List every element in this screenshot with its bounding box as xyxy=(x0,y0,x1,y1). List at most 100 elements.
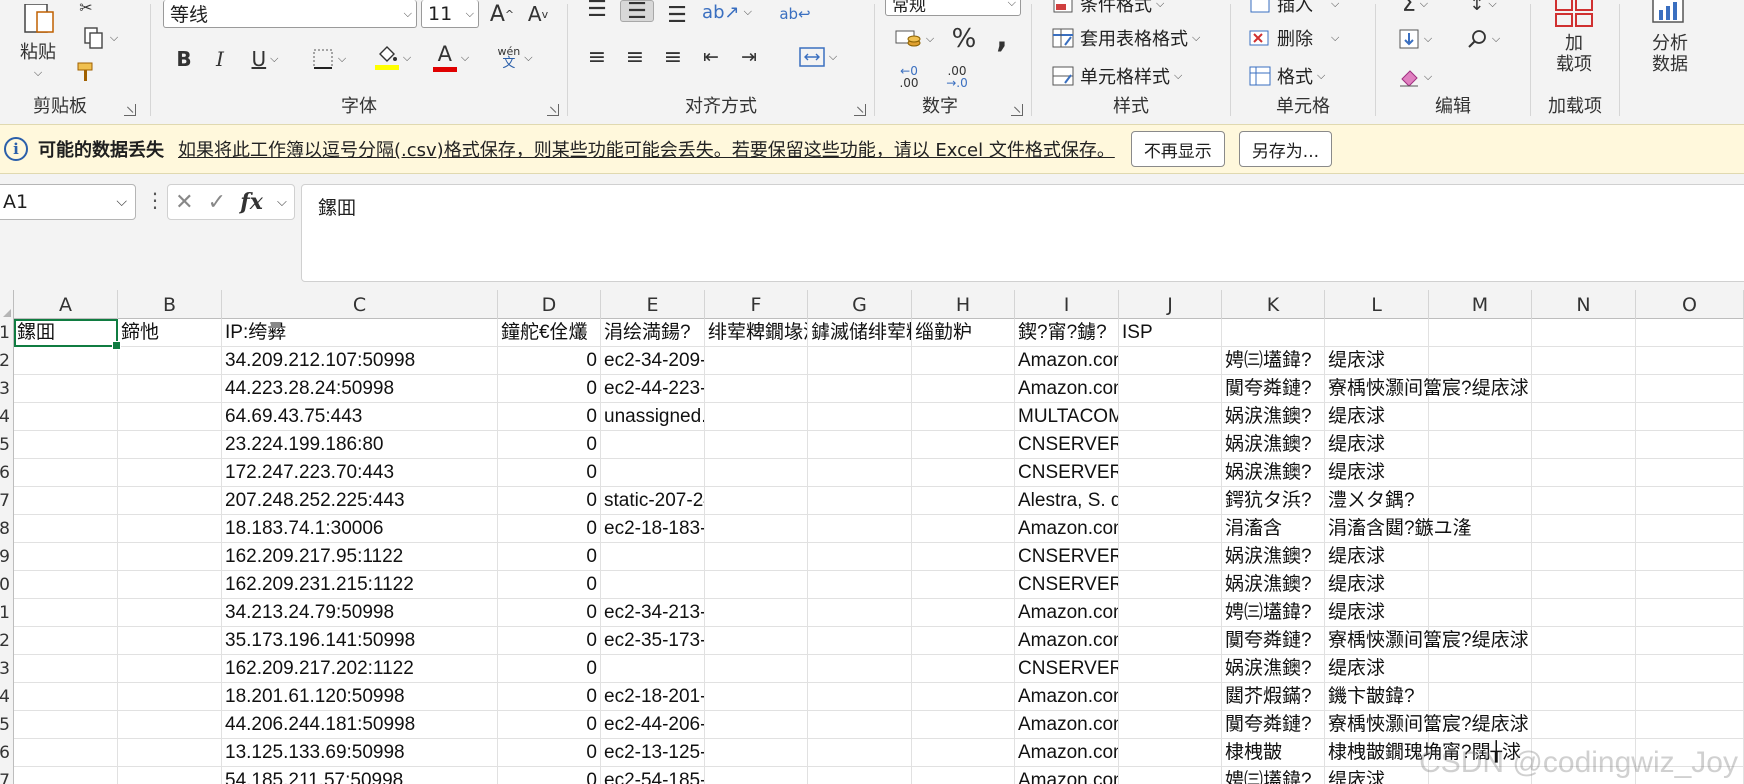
spreadsheet-grid[interactable]: ABCDEFGHIJKLMNO 123456789101112131415161… xyxy=(0,290,1744,784)
cell-c5[interactable]: 23.224.199.186:80 xyxy=(222,431,498,459)
cell-k5[interactable]: 娲涙潐鐭? xyxy=(1222,431,1325,459)
grow-font-button[interactable]: A ^ xyxy=(485,0,519,28)
clipboard-launcher-icon[interactable] xyxy=(124,104,136,116)
sort-filter-icon[interactable]: ↕ ⌵ xyxy=(1458,0,1508,16)
more-options-icon[interactable]: ⋮ xyxy=(145,188,165,212)
save-as-button[interactable]: 另存为... xyxy=(1238,131,1333,167)
conditional-formatting-button[interactable]: 条件格式 ⌵ xyxy=(1050,0,1164,16)
copy-button[interactable]: ⌵ xyxy=(72,24,128,52)
cell-k11[interactable]: 娉㈢壒鍏? xyxy=(1222,599,1325,627)
clear-icon[interactable]: ⌵ xyxy=(1390,62,1440,92)
cell-c11[interactable]: 34.213.24.79:50998 xyxy=(222,599,498,627)
cell-k8[interactable]: 涓滀含 xyxy=(1222,515,1325,543)
column-header-a[interactable]: A xyxy=(14,290,118,319)
decrease-indent-icon[interactable]: ⇤ xyxy=(696,42,726,72)
column-header-b[interactable]: B xyxy=(118,290,222,319)
cell-i17[interactable]: Amazon.com, Inc. xyxy=(1015,767,1119,784)
percent-button[interactable]: % xyxy=(947,24,981,54)
insert-function-icon[interactable]: fx xyxy=(240,189,263,215)
column-header-o[interactable]: O xyxy=(1636,290,1744,319)
font-name-select[interactable]: 等线 ⌵ xyxy=(163,0,417,28)
cell-l11[interactable]: 缇庡浗 xyxy=(1325,599,1429,627)
cell-l5[interactable]: 缇庡浗 xyxy=(1325,431,1429,459)
paste-dropdown-icon[interactable]: ⌵ xyxy=(34,66,42,80)
cell-d7[interactable]: 0 xyxy=(498,487,601,515)
cell-k7[interactable]: 鍔犺タ浜? xyxy=(1222,487,1325,515)
cell-i15[interactable]: Amazon.com, Inc. xyxy=(1015,711,1119,739)
insert-cells-button[interactable]: 插入 ⌵ xyxy=(1247,0,1339,16)
cell-k10[interactable]: 娲涙潐鐭? xyxy=(1222,571,1325,599)
cell-l6[interactable]: 缇庡浗 xyxy=(1325,459,1429,487)
cell-d4[interactable]: 0 xyxy=(498,403,601,431)
format-as-table-button[interactable]: 套用表格格式 ⌵ xyxy=(1050,24,1200,52)
cell-k14[interactable]: 閮芥煆鏋? xyxy=(1222,683,1325,711)
cell-c4[interactable]: 64.69.43.75:443 xyxy=(222,403,498,431)
increase-decimal-button[interactable]: ←0.00 xyxy=(889,62,929,92)
autosum-icon[interactable]: Σ ⌵ xyxy=(1390,0,1440,17)
cell-e1[interactable]: 涓绘満鍚? xyxy=(601,319,705,347)
column-header-e[interactable]: E xyxy=(601,290,705,319)
cell-d12[interactable]: 0 xyxy=(498,627,601,655)
cell-k2[interactable]: 娉㈢壒鍏? xyxy=(1222,347,1325,375)
cell-k3[interactable]: 闃夸粦鏈? xyxy=(1222,375,1325,403)
copy-dropdown-icon[interactable]: ⌵ xyxy=(110,31,118,45)
cell-c2[interactable]: 34.209.212.107:50998 xyxy=(222,347,498,375)
cell-d16[interactable]: 0 xyxy=(498,739,601,767)
cell-d15[interactable]: 0 xyxy=(498,711,601,739)
cell-e7[interactable]: static-207-248-252-225.alestra.net.mx xyxy=(601,487,705,515)
cell-d6[interactable]: 0 xyxy=(498,459,601,487)
cell-l9[interactable]: 缇庡浗 xyxy=(1325,543,1429,571)
cell-i4[interactable]: MULTACOM CORPORATION xyxy=(1015,403,1119,431)
enter-icon[interactable]: ✓ xyxy=(208,190,226,215)
column-header-f[interactable]: F xyxy=(705,290,808,319)
cell-c17[interactable]: 54.185.211.57:50998 xyxy=(222,767,498,784)
cell-l10[interactable]: 缇庡浗 xyxy=(1325,571,1429,599)
column-header-n[interactable]: N xyxy=(1532,290,1636,319)
dont-show-again-button[interactable]: 不再显示 xyxy=(1130,131,1225,167)
format-cells-button[interactable]: 格式 ⌵ xyxy=(1247,62,1325,90)
column-header-h[interactable]: H xyxy=(912,290,1015,319)
fill-down-icon[interactable]: ⌵ xyxy=(1390,24,1440,54)
cell-e2[interactable]: ec2-34-209-212-107.us-west-2.compute.ama… xyxy=(601,347,705,375)
cell-l7[interactable]: 澧ㄨタ鍝? xyxy=(1325,487,1429,515)
chevron-down-icon[interactable]: ⌵ xyxy=(277,195,287,210)
cell-d1[interactable]: 鐘舵€佺爜 xyxy=(498,319,601,347)
cell-d3[interactable]: 0 xyxy=(498,375,601,403)
borders-button[interactable]: ⌵ xyxy=(305,44,353,74)
cell-l3[interactable]: 寮楀悏灏间簹宸?缇庡浗 xyxy=(1325,375,1529,403)
cell-e15[interactable]: ec2-44-206-244-181.compute-1.amazonaws.c… xyxy=(601,711,705,739)
number-launcher-icon[interactable] xyxy=(1011,104,1023,116)
column-header-l[interactable]: L xyxy=(1325,290,1429,319)
underline-button[interactable]: U ⌵ xyxy=(241,44,289,74)
cell-c16[interactable]: 13.125.133.69:50998 xyxy=(222,739,498,767)
align-left-icon[interactable]: ≡ xyxy=(582,42,612,72)
column-header-k[interactable]: K xyxy=(1222,290,1325,319)
cell-i16[interactable]: Amazon.com, Inc. xyxy=(1015,739,1119,767)
cell-k9[interactable]: 娲涙潐鐭? xyxy=(1222,543,1325,571)
cell-i3[interactable]: Amazon.com, Inc. xyxy=(1015,375,1119,403)
cell-i6[interactable]: CNSERVERS LLC xyxy=(1015,459,1119,487)
cell-c13[interactable]: 162.209.217.202:1122 xyxy=(222,655,498,683)
cell-i10[interactable]: CNSERVERS LLC xyxy=(1015,571,1119,599)
cell-l13[interactable]: 缇庡浗 xyxy=(1325,655,1429,683)
cell-i8[interactable]: Amazon.com, Inc. xyxy=(1015,515,1119,543)
cell-c7[interactable]: 207.248.252.225:443 xyxy=(222,487,498,515)
accounting-format-button[interactable]: ⌵ xyxy=(887,24,941,54)
cell-styles-button[interactable]: 单元格样式 ⌵ xyxy=(1050,62,1182,90)
align-bottom-icon[interactable]: ☰ xyxy=(662,3,692,28)
align-middle-icon[interactable]: ☰ xyxy=(620,0,654,24)
cell-c12[interactable]: 35.173.196.141:50998 xyxy=(222,627,498,655)
cell-d9[interactable]: 0 xyxy=(498,543,601,571)
cut-icon[interactable]: ✂ xyxy=(72,0,100,17)
font-size-select[interactable]: 11 ⌵ xyxy=(421,0,479,28)
cell-d10[interactable]: 0 xyxy=(498,571,601,599)
orientation-button[interactable]: ab↗ ⌵ xyxy=(702,0,752,24)
decrease-decimal-button[interactable]: .00 →.0 xyxy=(937,62,977,92)
number-format-select[interactable]: 常规 ⌵ xyxy=(885,0,1021,16)
cell-c15[interactable]: 44.206.244.181:50998 xyxy=(222,711,498,739)
column-header-j[interactable]: J xyxy=(1119,290,1222,319)
cell-c6[interactable]: 172.247.223.70:443 xyxy=(222,459,498,487)
delete-cells-button[interactable]: 删除 ⌵ xyxy=(1247,24,1339,52)
column-header-i[interactable]: I xyxy=(1015,290,1119,319)
cell-k12[interactable]: 闃夸粦鏈? xyxy=(1222,627,1325,655)
